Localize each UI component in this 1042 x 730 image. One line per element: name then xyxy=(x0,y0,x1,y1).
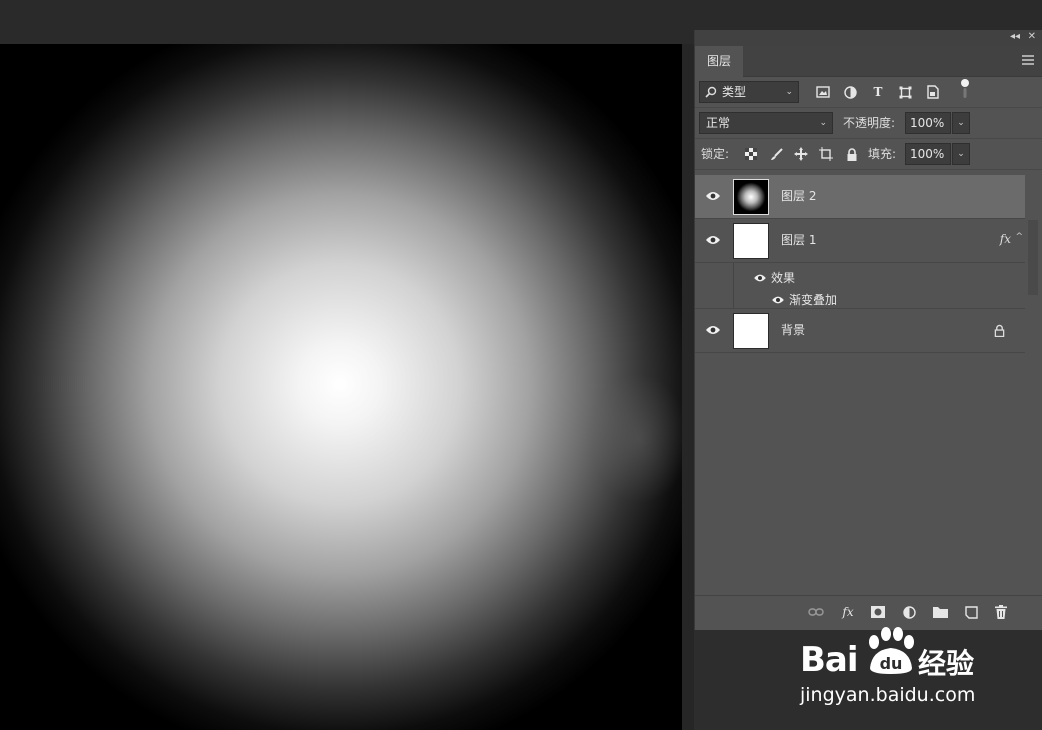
chevron-up-icon[interactable]: ^ xyxy=(1015,232,1023,242)
brush-icon[interactable] xyxy=(768,146,784,162)
shape-filter-icon[interactable] xyxy=(897,84,913,100)
layers-bottom-toolbar: fx xyxy=(695,595,1042,627)
opacity-dropdown-button[interactable]: ⌄ xyxy=(952,112,970,134)
search-icon xyxy=(704,84,718,100)
adjustment-layer-icon[interactable] xyxy=(900,603,918,621)
lock-icon[interactable] xyxy=(844,146,860,162)
layer-thumbnail xyxy=(733,179,769,215)
artboard-lock-icon[interactable] xyxy=(818,146,834,162)
filter-kind-label: 类型 xyxy=(722,85,747,99)
tab-layers[interactable]: 图层 xyxy=(695,46,743,77)
lock-icon[interactable] xyxy=(994,322,1005,341)
fx-icon[interactable]: fx xyxy=(1000,232,1011,246)
paw-icon: du xyxy=(869,627,914,674)
filter-row: 类型 ⌄ T xyxy=(695,77,1042,108)
pixel-layer-filter-icon[interactable] xyxy=(815,84,831,100)
chevron-down-icon: ⌄ xyxy=(785,87,793,97)
baidu-watermark-logo: Bai du 经验 xyxy=(800,627,1000,680)
svg-text:du: du xyxy=(880,654,903,673)
layer-name[interactable]: 图层 1 xyxy=(781,231,816,248)
adjustment-filter-icon[interactable] xyxy=(842,84,858,100)
fx-icon[interactable]: fx xyxy=(839,603,857,621)
watermark-url: jingyan.baidu.com xyxy=(800,684,976,706)
eye-icon[interactable] xyxy=(705,234,721,246)
close-icon[interactable]: ✕ xyxy=(1028,31,1036,42)
layer-thumbnail xyxy=(733,223,769,259)
layer-row[interactable]: 图层 1 fx ^ xyxy=(695,219,1025,263)
move-icon[interactable] xyxy=(793,146,809,162)
watermark-logo-suffix: 经验 xyxy=(918,647,975,680)
collapse-icon[interactable]: ◂◂ xyxy=(1010,31,1020,42)
watermark-logo-text: Bai xyxy=(800,640,859,680)
opacity-label: 不透明度: xyxy=(843,116,896,130)
layer-name[interactable]: 背景 xyxy=(781,321,805,338)
trash-icon[interactable] xyxy=(992,603,1010,621)
layer-thumbnail xyxy=(733,313,769,349)
layer-name[interactable]: 图层 2 xyxy=(781,187,816,204)
photoshop-window: ◂◂ ✕ 图层 类型 ⌄ T 正常 ⌄ 不透明度: 100% ⌄ 锁定: 填充:… xyxy=(0,0,1042,730)
effects-group[interactable]: 效果 xyxy=(753,267,795,287)
filter-kind-select[interactable]: 类型 ⌄ xyxy=(699,81,799,103)
canvas-glow xyxy=(590,374,682,504)
chevron-down-icon: ⌄ xyxy=(819,118,827,128)
panel-header: ◂◂ ✕ xyxy=(695,30,1042,46)
layers-panel: ◂◂ ✕ 图层 类型 ⌄ T 正常 ⌄ 不透明度: 100% ⌄ 锁定: 填充:… xyxy=(694,30,1042,630)
lock-label: 锁定: xyxy=(701,147,730,161)
effect-item[interactable]: 渐变叠加 xyxy=(771,289,837,309)
filter-toggle-icon[interactable] xyxy=(957,79,973,98)
new-layer-icon[interactable] xyxy=(962,603,980,621)
fill-label: 填充: xyxy=(868,147,897,161)
mask-icon[interactable] xyxy=(869,603,887,621)
fill-dropdown-button[interactable]: ⌄ xyxy=(952,143,970,165)
blend-mode-select[interactable]: 正常 ⌄ xyxy=(699,112,833,134)
link-icon[interactable] xyxy=(807,603,825,621)
panel-menu-icon[interactable] xyxy=(1022,55,1034,65)
folder-icon[interactable] xyxy=(931,603,949,621)
effects-divider xyxy=(733,263,734,309)
layers-list: 图层 2 图层 1 fx ^ 效果 渐变叠加 背景 xyxy=(695,175,1025,353)
eye-icon[interactable] xyxy=(705,190,721,202)
document-canvas[interactable] xyxy=(0,44,682,730)
lock-transparent-pixels-icon[interactable] xyxy=(743,146,759,162)
fill-input[interactable]: 100% xyxy=(905,143,951,165)
scrollbar[interactable] xyxy=(1028,220,1038,295)
layer-row[interactable]: 图层 2 xyxy=(695,175,1025,219)
panel-tabbar: 图层 xyxy=(695,46,1042,77)
eye-icon[interactable] xyxy=(753,268,767,287)
blend-row: 正常 ⌄ 不透明度: 100% ⌄ xyxy=(695,108,1042,139)
type-filter-icon[interactable]: T xyxy=(870,84,886,100)
effect-item-label: 渐变叠加 xyxy=(789,293,838,307)
blend-mode-value: 正常 xyxy=(706,116,731,130)
layer-row[interactable]: 背景 xyxy=(695,309,1025,353)
smart-object-filter-icon[interactable] xyxy=(925,84,941,100)
effects-label: 效果 xyxy=(771,271,796,285)
eye-icon[interactable] xyxy=(771,290,785,309)
opacity-input[interactable]: 100% xyxy=(905,112,951,134)
eye-icon[interactable] xyxy=(705,324,721,336)
layer-effects: 效果 渐变叠加 xyxy=(695,263,1025,309)
lock-row: 锁定: 填充: 100% ⌄ xyxy=(695,139,1042,170)
